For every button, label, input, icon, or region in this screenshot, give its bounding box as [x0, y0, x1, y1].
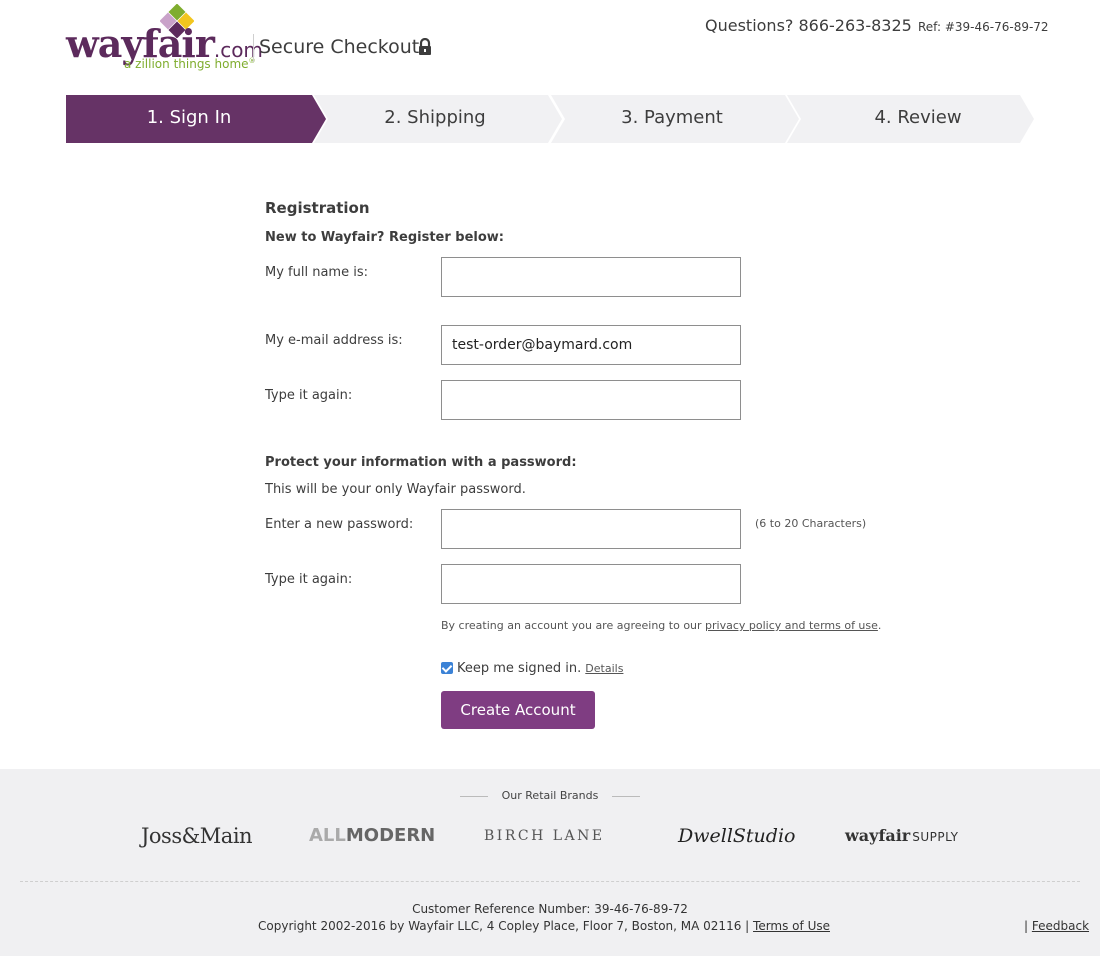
brand-allmodern[interactable]: ALLMODERN [309, 821, 435, 851]
lock-icon [419, 38, 431, 55]
email-input[interactable] [441, 325, 741, 365]
password-hint: (6 to 20 Characters) [755, 517, 867, 530]
step-label: 3. Payment [621, 107, 723, 128]
footer-divider [20, 881, 1080, 882]
step-review: 4. Review [787, 95, 1036, 143]
header-divider [253, 34, 254, 62]
password-input[interactable] [441, 509, 741, 549]
checkout-progress: 1. Sign In 2. Shipping 3. Payment 4. Rev… [66, 95, 1036, 143]
keep-signed-in-label[interactable]: Keep me signed in. [457, 661, 581, 676]
wayfair-logo[interactable]: wayfair.com a zillion things home® [66, 4, 263, 74]
secure-checkout-title: Secure Checkout [259, 36, 420, 58]
create-account-button[interactable]: Create Account [441, 691, 595, 729]
brands-title: Our Retail Brands [0, 789, 1100, 802]
copyright: Copyright 2002-2016 by Wayfair LLC, 4 Co… [258, 919, 830, 933]
privacy-terms-link[interactable]: privacy policy and terms of use [705, 619, 878, 632]
page-footer: Our Retail Brands Joss&Main ALLMODERN BI… [0, 769, 1100, 956]
step-label: 4. Review [874, 107, 962, 128]
brand-wayfair-supply[interactable]: wayfair SUPPLY [845, 821, 959, 851]
password-confirm-label: Type it again: [265, 572, 353, 587]
step-payment: 3. Payment [551, 95, 801, 143]
email-confirm-label: Type it again: [265, 388, 353, 403]
registration-heading: Registration [265, 199, 370, 217]
brand-joss-main[interactable]: Joss&Main [141, 821, 253, 851]
logo-tagline: a zillion things home® [124, 57, 256, 71]
password-label: Enter a new password: [265, 517, 414, 532]
password-confirm-input[interactable] [441, 564, 741, 604]
step-shipping: 2. Shipping [314, 95, 564, 143]
feedback: | Feedback [1024, 919, 1090, 933]
password-heading: Protect your information with a password… [265, 455, 577, 470]
full-name-label: My full name is: [265, 265, 368, 280]
register-prompt: New to Wayfair? Register below: [265, 230, 505, 245]
full-name-input[interactable] [441, 257, 741, 297]
reference-number: Ref: #39-46-76-89-72 [918, 20, 1049, 34]
step-label: 2. Shipping [384, 107, 486, 128]
keep-signed-in-row: Keep me signed in. Details [441, 659, 623, 677]
checkbox-checked-icon[interactable] [441, 662, 453, 674]
email-label: My e-mail address is: [265, 333, 403, 348]
email-confirm-input[interactable] [441, 380, 741, 420]
terms-of-use-link[interactable]: Terms of Use [753, 919, 830, 933]
step-sign-in: 1. Sign In [66, 95, 328, 143]
terms-agreement: By creating an account you are agreeing … [441, 619, 882, 632]
step-label: 1. Sign In [146, 107, 232, 128]
page-header: wayfair.com a zillion things home® Secur… [0, 0, 1100, 90]
customer-reference: Customer Reference Number: 39-46-76-89-7… [412, 902, 688, 916]
details-link[interactable]: Details [585, 662, 623, 675]
feedback-link[interactable]: Feedback [1032, 919, 1089, 933]
brand-birch-lane[interactable]: BIRCH LANE [484, 821, 605, 851]
customer-service-phone: Questions? 866-263-8325 [705, 16, 912, 35]
password-note: This will be your only Wayfair password. [265, 482, 526, 497]
brand-dwellstudio[interactable]: DwellStudio [678, 821, 795, 851]
